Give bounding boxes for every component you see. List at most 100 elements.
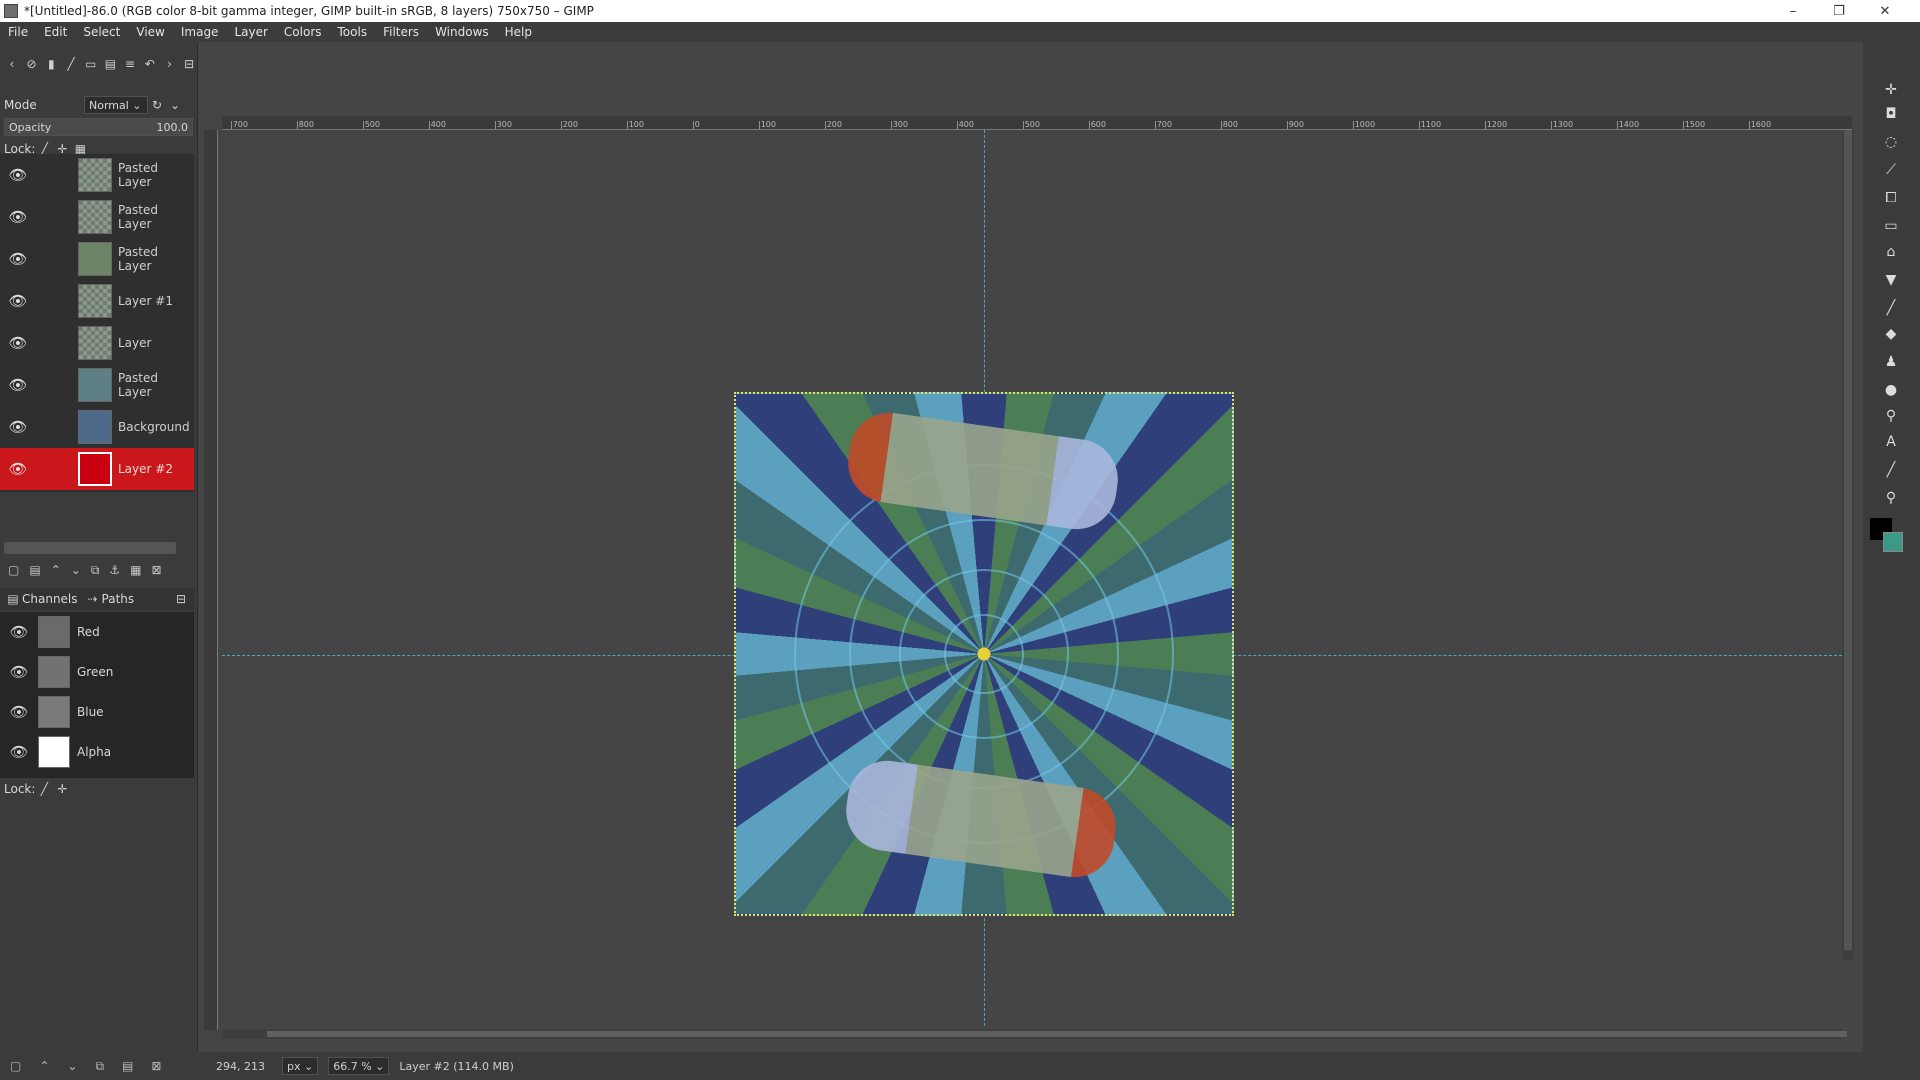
- paintbrush-icon[interactable]: ╱: [1881, 298, 1901, 318]
- menu-windows[interactable]: Windows: [427, 25, 497, 39]
- lock-pixels-icon[interactable]: ╱: [35, 780, 53, 798]
- eye-icon[interactable]: 👁: [0, 208, 36, 226]
- paths-tool-icon[interactable]: ⚲: [1881, 406, 1901, 426]
- image-canvas[interactable]: [734, 392, 1234, 916]
- smudge-icon[interactable]: ●: [1881, 380, 1901, 400]
- bucket-fill-icon[interactable]: ▼: [1881, 270, 1901, 290]
- mode-reset-icon[interactable]: ↻: [148, 96, 166, 114]
- layer-name: Layer #2: [118, 462, 173, 476]
- tab-channels[interactable]: Channels: [22, 592, 78, 606]
- layers-icon[interactable]: ≡: [122, 55, 138, 73]
- zoom-icon[interactable]: ⚲: [1881, 488, 1901, 508]
- color-picker-icon[interactable]: ╱: [1881, 460, 1901, 480]
- warp-icon[interactable]: ⌂: [1881, 242, 1901, 262]
- menu-view[interactable]: View: [128, 25, 172, 39]
- eraser-icon[interactable]: ◆: [1881, 324, 1901, 344]
- fuzzy-select-icon[interactable]: ⟋: [1881, 160, 1901, 180]
- menu-layer[interactable]: Layer: [226, 25, 275, 39]
- maximize-button[interactable]: ❐: [1816, 0, 1862, 22]
- brush-icon[interactable]: ╱: [63, 55, 79, 73]
- clone-icon[interactable]: ♟: [1881, 352, 1901, 372]
- layers-scrollbar[interactable]: [4, 542, 176, 554]
- horizontal-scrollbar[interactable]: [222, 1029, 1847, 1039]
- layer-row[interactable]: 👁 Layer #1: [0, 280, 194, 322]
- lower-icon[interactable]: ⌄: [67, 1059, 77, 1073]
- tab-paths[interactable]: Paths: [102, 592, 135, 606]
- top-ruler[interactable]: |700 |800 |500 |400 |300 |200 |100 |0 |100 |200 |3…: [222, 116, 1852, 130]
- raise-layer-icon[interactable]: ⌃: [51, 563, 61, 577]
- eye-icon[interactable]: 👁: [0, 663, 38, 681]
- mode-select[interactable]: Normal ⌄: [84, 96, 148, 114]
- zoom-select[interactable]: 66.7 % ⌄: [328, 1057, 390, 1075]
- transform-icon[interactable]: ▭: [1881, 216, 1901, 236]
- eye-icon[interactable]: 👁: [0, 460, 36, 478]
- configure-tab-icon[interactable]: ⊟: [181, 55, 197, 73]
- channel-row-alpha[interactable]: 👁 Alpha: [0, 732, 194, 772]
- eye-icon[interactable]: 👁: [0, 418, 36, 436]
- unit-select[interactable]: px ⌄: [282, 1057, 319, 1075]
- document-history-icon[interactable]: ▤: [103, 55, 119, 73]
- eye-icon[interactable]: 👁: [0, 623, 38, 641]
- layer-row[interactable]: 👁 Pasted Layer: [0, 196, 194, 238]
- layer-row[interactable]: 👁 Layer: [0, 322, 194, 364]
- undo-history-icon[interactable]: ↶: [142, 55, 158, 73]
- anchor-layer-icon[interactable]: ⚓: [109, 563, 120, 577]
- menu-filters[interactable]: Filters: [375, 25, 427, 39]
- menu-file[interactable]: File: [0, 25, 36, 39]
- scrollbar-thumb[interactable]: [1844, 130, 1852, 950]
- delete-icon[interactable]: ⊠: [151, 1059, 161, 1073]
- eye-icon[interactable]: 👁: [0, 250, 36, 268]
- vertical-scrollbar[interactable]: [1842, 130, 1854, 960]
- duplicate-layer-icon[interactable]: ⧉: [91, 563, 100, 578]
- channel-row-green[interactable]: 👁 Green: [0, 652, 194, 692]
- images-icon[interactable]: ▭: [83, 55, 99, 73]
- unit-value: px: [287, 1059, 301, 1073]
- new-group-icon[interactable]: ▤: [29, 563, 40, 577]
- rect-select-icon[interactable]: ◘: [1881, 104, 1901, 124]
- duplicate-icon[interactable]: ⧉: [95, 1059, 104, 1074]
- minimize-button[interactable]: –: [1770, 0, 1816, 22]
- eye-icon[interactable]: 👁: [0, 743, 38, 761]
- open-icon[interactable]: ▤: [122, 1059, 133, 1073]
- chevron-down-icon[interactable]: ⌄: [166, 96, 184, 114]
- eye-icon[interactable]: 👁: [0, 334, 36, 352]
- menu-edit[interactable]: Edit: [36, 25, 75, 39]
- layer-row[interactable]: 👁 Background: [0, 406, 194, 448]
- eye-icon[interactable]: 👁: [0, 166, 36, 184]
- move-tool-icon[interactable]: ✛: [1881, 80, 1901, 100]
- new-image-icon[interactable]: ▢: [10, 1059, 21, 1073]
- menu-image[interactable]: Image: [173, 25, 227, 39]
- channel-row-blue[interactable]: 👁 Blue: [0, 692, 194, 732]
- layer-row-active[interactable]: 👁 Layer #2: [0, 448, 194, 490]
- eye-icon[interactable]: 👁: [0, 703, 38, 721]
- eye-icon[interactable]: 👁: [0, 376, 36, 394]
- scrollbar-thumb[interactable]: [267, 1031, 1847, 1037]
- raise-icon[interactable]: ⌃: [39, 1059, 49, 1073]
- crop-icon[interactable]: ⧠: [1881, 188, 1901, 208]
- background-color[interactable]: [1883, 532, 1903, 552]
- menu-colors[interactable]: Colors: [276, 25, 330, 39]
- new-layer-icon[interactable]: ▢: [8, 563, 19, 577]
- chevron-left-icon[interactable]: ‹: [4, 55, 20, 73]
- layer-row[interactable]: 👁 Pasted Layer: [0, 364, 194, 406]
- chevron-right-icon[interactable]: ›: [162, 55, 178, 73]
- menu-select[interactable]: Select: [75, 25, 128, 39]
- eye-icon[interactable]: 👁: [0, 292, 36, 310]
- layer-row[interactable]: 👁 Pasted Layer: [0, 238, 194, 280]
- close-button[interactable]: ✕: [1862, 0, 1908, 22]
- menu-help[interactable]: Help: [497, 25, 540, 39]
- delete-layer-icon[interactable]: ⊠: [152, 563, 162, 577]
- lower-layer-icon[interactable]: ⌄: [71, 563, 81, 577]
- layer-row[interactable]: 👁 Pasted Layer: [0, 154, 194, 196]
- lasso-icon[interactable]: ◌: [1881, 132, 1901, 152]
- channel-row-red[interactable]: 👁 Red: [0, 612, 194, 652]
- tool-options-icon[interactable]: ⊘: [24, 55, 40, 73]
- lock-position-icon[interactable]: ✛: [53, 780, 71, 798]
- configure-tab-icon[interactable]: ⊟: [172, 590, 190, 608]
- merge-layer-icon[interactable]: ▦: [130, 563, 141, 577]
- menu-tools[interactable]: Tools: [330, 25, 376, 39]
- text-tool-icon[interactable]: A: [1881, 432, 1901, 452]
- left-ruler[interactable]: [204, 130, 218, 1030]
- opacity-slider[interactable]: Opacity 100.0: [4, 118, 193, 136]
- device-status-icon[interactable]: ▮: [43, 55, 59, 73]
